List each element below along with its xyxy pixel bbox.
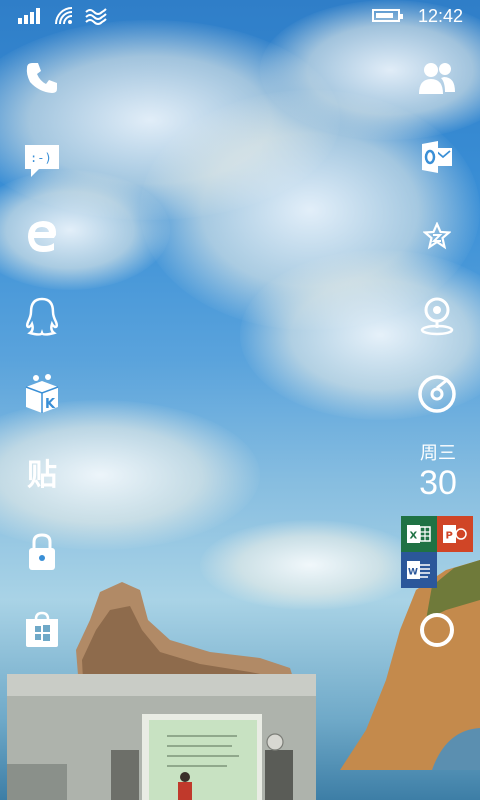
kugou-tile[interactable]: K	[18, 370, 66, 418]
start-screen: 12:42 :-) K 贴 周三 30 X P W	[0, 0, 480, 800]
svg-text:W: W	[408, 568, 418, 578]
outlook-icon	[422, 141, 452, 173]
edge-browser-icon	[28, 221, 57, 252]
battery-icon	[372, 9, 403, 22]
maps-icon	[420, 297, 454, 336]
messaging-tile[interactable]: :-)	[18, 136, 66, 184]
edge-tile[interactable]	[18, 212, 66, 260]
store-tile[interactable]	[18, 606, 66, 654]
calendar-tile[interactable]: 周三 30	[410, 442, 466, 502]
kugou-music-icon: K	[25, 374, 59, 413]
powerpoint-icon: P	[443, 525, 467, 543]
wallpaper-rock-right	[340, 560, 480, 770]
people-tile[interactable]	[413, 54, 461, 102]
lock-icon	[29, 533, 55, 570]
phone-tile[interactable]	[18, 54, 66, 102]
store-icon	[26, 611, 58, 647]
groove-music-tile[interactable]	[413, 370, 461, 418]
phone-icon	[26, 63, 57, 93]
status-bar: 12:42	[0, 0, 480, 32]
cortana-icon	[420, 613, 454, 647]
excel-icon: X	[407, 525, 431, 543]
calendar-date: 30	[419, 464, 457, 502]
camera-preview[interactable]	[7, 674, 316, 800]
outlook-tile[interactable]	[413, 133, 461, 181]
word-tile[interactable]: W	[401, 552, 437, 588]
svg-text::-): :-)	[30, 151, 52, 165]
cortana-tile[interactable]	[413, 606, 461, 654]
svg-text:X: X	[410, 531, 418, 542]
messaging-icon: :-)	[25, 145, 59, 177]
status-time: 12:42	[418, 6, 464, 26]
svg-text:K: K	[45, 397, 56, 412]
star-app-tile[interactable]	[413, 212, 461, 260]
tieba-tile[interactable]: 贴	[18, 448, 66, 496]
wifi-icon	[55, 7, 73, 25]
nfc-icon	[85, 8, 107, 25]
powerpoint-tile[interactable]: P	[437, 516, 473, 552]
word-icon: W	[407, 561, 430, 579]
tieba-app-icon: 贴	[27, 458, 57, 493]
groove-music-icon	[418, 375, 456, 413]
star-app-icon	[423, 222, 451, 250]
excel-tile[interactable]: X	[401, 516, 437, 552]
classroom-photo	[7, 674, 316, 800]
qq-tile[interactable]	[18, 292, 66, 340]
people-icon	[419, 63, 455, 94]
svg-text:P: P	[446, 531, 453, 542]
maps-tile[interactable]	[413, 292, 461, 340]
qq-icon	[25, 297, 59, 336]
signal-icon	[18, 8, 40, 24]
lock-tile[interactable]	[18, 528, 66, 576]
calendar-weekday: 周三	[420, 443, 456, 463]
